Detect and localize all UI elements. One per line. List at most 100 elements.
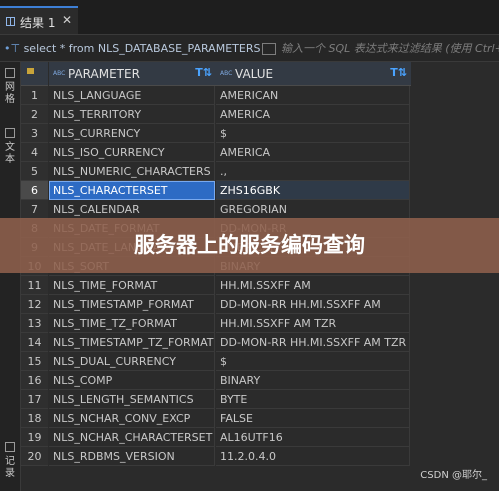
cell-value[interactable]: DD-MON-RR HH.MI.SSXFF AM TZR: [216, 333, 410, 352]
cell-value[interactable]: FALSE: [216, 409, 410, 428]
table-row[interactable]: 4 NLS_ISO_CURRENCY AMERICA: [21, 143, 411, 162]
cell-parameter[interactable]: NLS_LENGTH_SEMANTICS: [49, 390, 215, 409]
grid-view-label: 网格: [5, 82, 15, 105]
table-row[interactable]: 18 NLS_NCHAR_CONV_EXCP FALSE: [21, 409, 411, 428]
tab-label: 结果 1: [20, 16, 56, 30]
cell-parameter[interactable]: NLS_LANGUAGE: [49, 86, 215, 105]
view-mode-sidebar: 网格 文本 记录: [0, 62, 21, 491]
grid-view-icon: [5, 68, 15, 78]
cell-parameter[interactable]: NLS_NUMERIC_CHARACTERS: [49, 162, 215, 181]
table-row[interactable]: 16 NLS_COMP BINARY: [21, 371, 411, 390]
table-row[interactable]: 1 NLS_LANGUAGE AMERICAN: [21, 86, 411, 105]
row-number[interactable]: 6: [21, 181, 48, 200]
cell-parameter[interactable]: NLS_NCHAR_CHARACTERSET: [49, 428, 215, 447]
grid-view-toggle[interactable]: 网格: [1, 68, 19, 106]
row-number[interactable]: 3: [21, 124, 48, 143]
text-view-toggle[interactable]: 文本: [1, 128, 19, 166]
cell-parameter[interactable]: NLS_CALENDAR: [49, 200, 215, 219]
column-header-parameter[interactable]: ABC PARAMETER T⇅: [49, 62, 216, 86]
row-number[interactable]: 12: [21, 295, 48, 314]
cell-value[interactable]: AMERICA: [216, 105, 410, 124]
row-number[interactable]: 5: [21, 162, 48, 181]
table-row[interactable]: 6 NLS_CHARACTERSET ZHS16GBK: [21, 181, 411, 200]
table-row[interactable]: 14 NLS_TIMESTAMP_TZ_FORMAT DD-MON-RR HH.MI…: [21, 333, 411, 352]
record-view-icon: [5, 442, 15, 452]
cell-value[interactable]: AL16UTF16: [216, 428, 410, 447]
row-number[interactable]: 19: [21, 428, 48, 447]
table-row[interactable]: 2 NLS_TERRITORY AMERICA: [21, 105, 411, 124]
cell-value[interactable]: $: [216, 124, 410, 143]
row-number[interactable]: 14: [21, 333, 48, 352]
text-type-icon: ABC: [220, 70, 233, 77]
column-header-value[interactable]: ABC VALUE T⇅: [216, 62, 411, 86]
row-number[interactable]: 16: [21, 371, 48, 390]
cell-parameter[interactable]: NLS_TIME_TZ_FORMAT: [49, 314, 215, 333]
results-tab-bar: 结果 1 ✕: [0, 0, 499, 35]
close-icon[interactable]: ✕: [62, 13, 72, 27]
grid-corner[interactable]: [21, 62, 48, 86]
sort-filter-icon[interactable]: T⇅: [195, 66, 212, 79]
cell-value[interactable]: GREGORIAN: [216, 200, 410, 219]
cell-value[interactable]: BYTE: [216, 390, 410, 409]
cell-value[interactable]: HH.MI.SSXFF AM: [216, 276, 410, 295]
cell-parameter[interactable]: NLS_RDBMS_VERSION: [49, 447, 215, 466]
table-row[interactable]: 3 NLS_CURRENCY $: [21, 124, 411, 143]
watermark: CSDN @耶尔_: [420, 470, 487, 481]
record-view-label: 记录: [5, 456, 15, 479]
table-row[interactable]: 11 NLS_TIME_FORMAT HH.MI.SSXFF AM: [21, 276, 411, 295]
cell-parameter[interactable]: NLS_ISO_CURRENCY: [49, 143, 215, 162]
cell-value[interactable]: AMERICA: [216, 143, 410, 162]
table-row[interactable]: 13 NLS_TIME_TZ_FORMAT HH.MI.SSXFF AM TZR: [21, 314, 411, 333]
cell-parameter[interactable]: NLS_TIME_FORMAT: [49, 276, 215, 295]
sql-query-text: •⊤ select * from NLS_DATABASE_PARAMETERS: [4, 42, 260, 55]
column-name: PARAMETER: [68, 67, 140, 81]
lock-icon: [27, 68, 34, 74]
cell-parameter[interactable]: NLS_CHARACTERSET: [49, 181, 215, 200]
filter-input[interactable]: 输入一个 SQL 表达式来过滤结果 (使用 Ctrl+: [262, 40, 499, 56]
text-type-icon: ABC: [53, 70, 66, 77]
filter-placeholder: 输入一个 SQL 表达式来过滤结果 (使用 Ctrl+: [281, 42, 499, 55]
cell-parameter[interactable]: NLS_TIMESTAMP_TZ_FORMAT: [49, 333, 215, 352]
cell-value[interactable]: $: [216, 352, 410, 371]
row-number[interactable]: 13: [21, 314, 48, 333]
row-number[interactable]: 2: [21, 105, 48, 124]
row-number[interactable]: 7: [21, 200, 48, 219]
cell-value[interactable]: DD-MON-RR HH.MI.SSXFF AM: [216, 295, 410, 314]
cell-value[interactable]: ZHS16GBK: [216, 181, 410, 200]
cell-parameter[interactable]: NLS_NCHAR_CONV_EXCP: [49, 409, 215, 428]
row-number[interactable]: 17: [21, 390, 48, 409]
row-number[interactable]: 20: [21, 447, 48, 466]
row-number[interactable]: 18: [21, 409, 48, 428]
table-row[interactable]: 7 NLS_CALENDAR GREGORIAN: [21, 200, 411, 219]
text-view-label: 文本: [5, 142, 15, 165]
table-row[interactable]: 19 NLS_NCHAR_CHARACTERSET AL16UTF16: [21, 428, 411, 447]
sql-query-bar: •⊤ select * from NLS_DATABASE_PARAMETERS…: [0, 35, 499, 62]
table-row[interactable]: 20 NLS_RDBMS_VERSION 11.2.0.4.0: [21, 447, 411, 466]
sql-query: select * from NLS_DATABASE_PARAMETERS: [23, 42, 261, 55]
grid-icon: [6, 17, 15, 26]
column-name: VALUE: [235, 67, 274, 81]
sort-filter-icon[interactable]: T⇅: [390, 66, 407, 79]
title-banner: 服务器上的服务编码查询: [0, 218, 499, 273]
table-row[interactable]: 17 NLS_LENGTH_SEMANTICS BYTE: [21, 390, 411, 409]
cell-parameter[interactable]: NLS_CURRENCY: [49, 124, 215, 143]
row-number[interactable]: 11: [21, 276, 48, 295]
cell-value[interactable]: .,: [216, 162, 410, 181]
tab-results-1[interactable]: 结果 1 ✕: [0, 6, 78, 34]
table-row[interactable]: 15 NLS_DUAL_CURRENCY $: [21, 352, 411, 371]
record-view-toggle[interactable]: 记录: [1, 442, 19, 480]
table-row[interactable]: 5 NLS_NUMERIC_CHARACTERS.,: [21, 162, 411, 181]
table-row[interactable]: 12 NLS_TIMESTAMP_FORMAT DD-MON-RR HH.MI.SS…: [21, 295, 411, 314]
cell-parameter[interactable]: NLS_TERRITORY: [49, 105, 215, 124]
cell-parameter[interactable]: NLS_TIMESTAMP_FORMAT: [49, 295, 215, 314]
row-number[interactable]: 15: [21, 352, 48, 371]
row-number[interactable]: 1: [21, 86, 48, 105]
cell-value[interactable]: 11.2.0.4.0: [216, 447, 410, 466]
cell-parameter[interactable]: NLS_DUAL_CURRENCY: [49, 352, 215, 371]
cell-value[interactable]: HH.MI.SSXFF AM TZR: [216, 314, 410, 333]
cell-value[interactable]: BINARY: [216, 371, 410, 390]
row-number[interactable]: 4: [21, 143, 48, 162]
cell-parameter[interactable]: NLS_COMP: [49, 371, 215, 390]
filter-icon: [262, 43, 276, 55]
cell-value[interactable]: AMERICAN: [216, 86, 410, 105]
